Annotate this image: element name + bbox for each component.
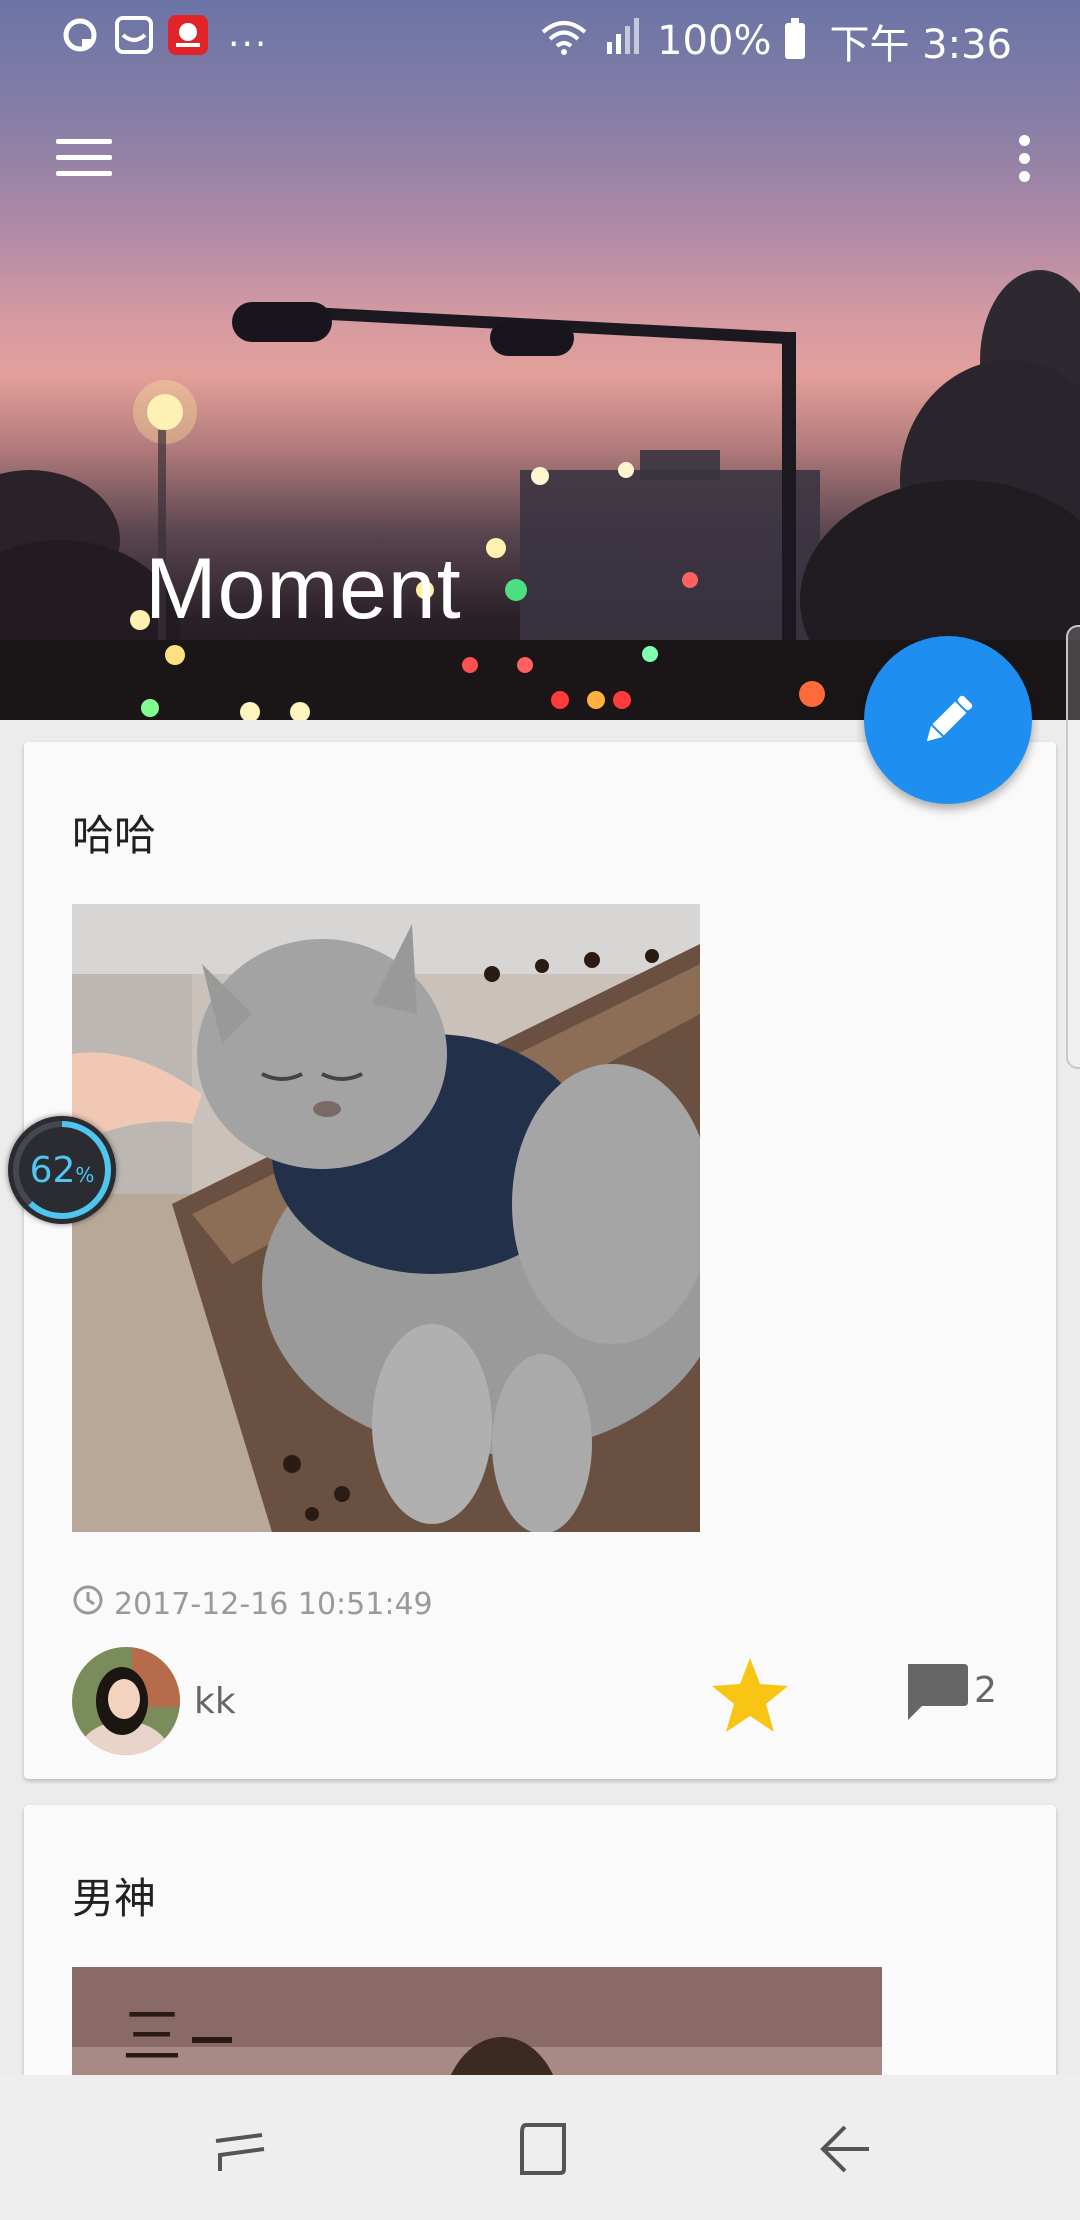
clock: 下午 3:36 (829, 22, 1012, 68)
post-feed[interactable]: 哈哈 2017-12-16 10:51:49 kk 2 男神 三 (0, 720, 1080, 2075)
red-app-icon (168, 14, 208, 55)
memory-value: 62 (29, 1149, 76, 1191)
svg-text:三: 三 (122, 2002, 182, 2072)
man-portrait-photo: 三 (72, 1967, 882, 2075)
recents-icon (215, 2133, 265, 2171)
post-card[interactable]: 男神 三 (24, 1805, 1056, 2075)
post-image-portrait[interactable]: 三 (72, 1967, 882, 2075)
timestamp-text: 2017-12-16 10:51:49 (114, 1586, 433, 1622)
favorite-button[interactable] (708, 1654, 792, 1738)
back-icon (820, 2125, 869, 2173)
edge-panel-handle[interactable] (1066, 625, 1080, 1069)
battery-percent: 100% (657, 18, 772, 64)
system-navigation-bar (0, 2075, 1080, 2220)
comment-count: 2 (974, 1670, 997, 1711)
author-info[interactable]: kk (72, 1647, 236, 1755)
overflow-menu-button[interactable] (988, 118, 1060, 198)
status-bar: ... 100% 下午 3:36 (0, 0, 1080, 76)
notification-icons: ... (60, 14, 268, 55)
post-image-cat[interactable] (72, 904, 700, 1532)
pencil-icon (926, 695, 973, 742)
system-status: 100% 下午 3:36 (539, 12, 1012, 70)
post-card[interactable]: 哈哈 2017-12-16 10:51:49 kk 2 (24, 742, 1056, 1779)
author-name[interactable]: kk (194, 1681, 236, 1722)
home-icon (520, 2123, 566, 2175)
memory-usage-widget[interactable]: 62 % (8, 1116, 116, 1224)
post-title: 男神 (72, 1874, 157, 1923)
hamburger-menu-icon (56, 139, 112, 177)
recents-button[interactable] (185, 2101, 295, 2197)
more-vert-icon (1018, 134, 1030, 146)
back-button[interactable] (790, 2101, 900, 2197)
comment-icon (908, 1664, 968, 1720)
post-timestamp: 2017-12-16 10:51:49 (72, 1584, 433, 1624)
clock-icon (72, 1584, 104, 1624)
compose-fab[interactable] (864, 636, 1032, 804)
collapsing-header: ... 100% 下午 3:36 Moment (0, 0, 1080, 720)
memory-unit: % (75, 1163, 95, 1187)
avatar[interactable] (72, 1647, 180, 1755)
star-icon (712, 1658, 788, 1732)
navigation-menu-button[interactable] (40, 118, 128, 198)
circle-q-icon (60, 15, 100, 55)
inbox-tray-icon (114, 15, 154, 55)
gray-cat-photo (72, 904, 700, 1532)
home-button[interactable] (487, 2101, 597, 2197)
page-title: Moment (145, 541, 462, 637)
battery-icon (785, 18, 806, 59)
cell-signal-icon (603, 16, 643, 66)
comment-button[interactable]: 2 (902, 1660, 997, 1726)
post-title: 哈哈 (72, 811, 157, 860)
wifi-icon (539, 16, 589, 66)
more-notifications-indicator: ... (228, 14, 269, 55)
